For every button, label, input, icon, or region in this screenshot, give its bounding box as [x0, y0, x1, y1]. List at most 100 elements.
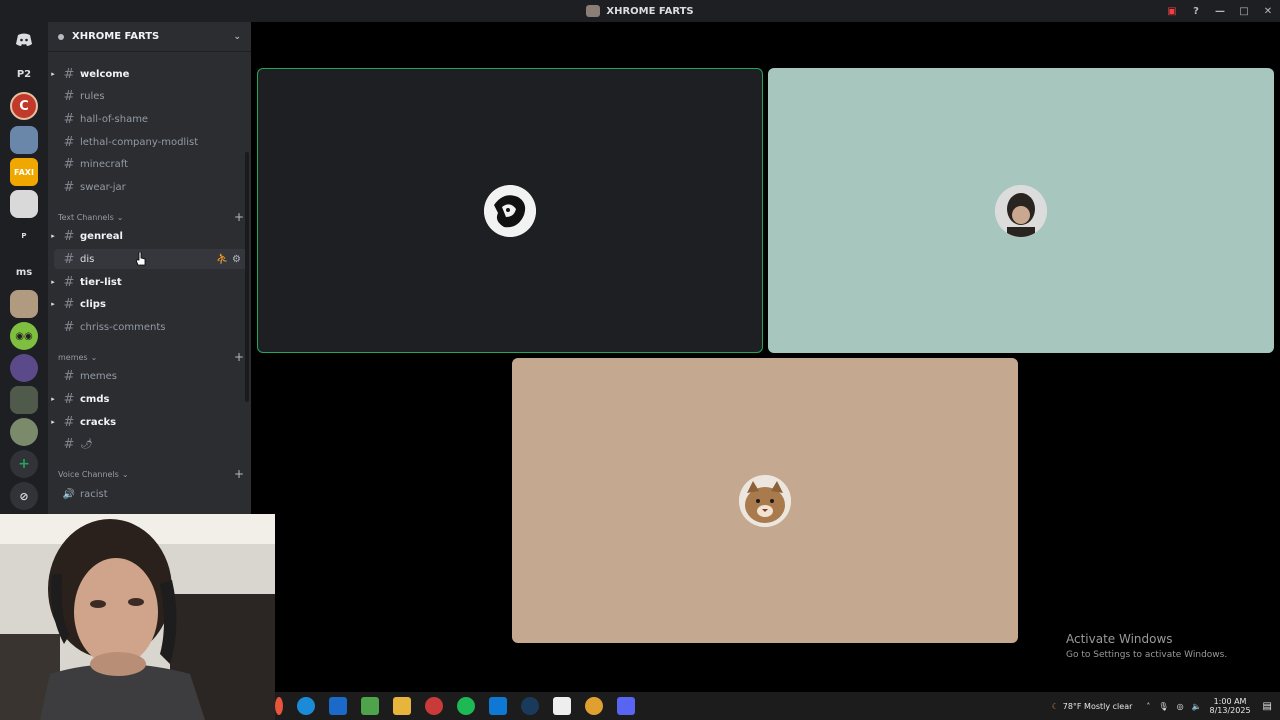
system-tray: ☾ 78°F Mostly clear ˄ 🎙 ◎ 🔈 1:00 AM 8/13… [1052, 692, 1280, 720]
file-explorer-icon[interactable] [393, 697, 411, 715]
steam-icon[interactable] [521, 697, 539, 715]
chevron-down-icon: ⌄ [90, 352, 98, 362]
hash-icon: # [63, 66, 75, 82]
discord-home-icon[interactable] [10, 26, 38, 54]
participant-tile[interactable] [512, 358, 1018, 643]
participant-tile[interactable] [257, 68, 763, 353]
channel-swear-jar[interactable]: # swear-jar [48, 177, 251, 197]
channel-memes[interactable]: # memes [48, 366, 251, 386]
title-bar: XHROME FARTS ▣ ? — □ ✕ [0, 0, 1280, 22]
category-memes[interactable]: memes ⌄ + [58, 349, 244, 365]
channel-welcome[interactable]: ▸ # welcome [48, 64, 251, 84]
voice-channel-racist[interactable]: 🔊 racist [48, 484, 251, 504]
server-status-icon [58, 33, 64, 40]
channel-minecraft[interactable]: # minecraft [48, 154, 251, 174]
server-folder-icon[interactable] [10, 418, 38, 446]
server-red-icon[interactable]: C [10, 92, 38, 120]
avatar-person-icon [995, 184, 1047, 237]
sidebar-scrollbar[interactable] [245, 152, 249, 402]
chrome-icon[interactable] [585, 697, 603, 715]
server-book-icon[interactable] [10, 190, 38, 218]
channel-cmds[interactable]: ▸ # cmds [48, 389, 251, 409]
spotify-icon[interactable] [457, 697, 475, 715]
avatar-monochrome-icon [484, 184, 536, 237]
hash-icon: # [63, 391, 75, 407]
server-plant-icon[interactable] [10, 386, 38, 414]
chevron-down-icon: ⌄ [116, 212, 124, 222]
capcut-icon[interactable] [553, 697, 571, 715]
channel-tier-list[interactable]: ▸ # tier-list [48, 272, 251, 292]
channel-sidebar: XHROME FARTS ⌄ ▸ # welcome # rules # hall-of… [48, 22, 251, 514]
unread-indicator-icon: ▸ [51, 395, 55, 403]
channel-lethal-company-modlist[interactable]: # lethal-company-modlist [48, 132, 251, 152]
server-name: XHROME FARTS [72, 31, 160, 42]
unread-indicator-icon: ▸ [51, 70, 55, 78]
hash-icon: # [63, 414, 75, 430]
network-icon[interactable]: ◎ [1177, 702, 1184, 711]
discord-app-icon[interactable] [617, 697, 635, 715]
channel-cracks[interactable]: ▸ # cracks [48, 412, 251, 432]
chevron-down-icon[interactable]: ⌄ [233, 32, 241, 42]
hash-icon: # [63, 274, 75, 290]
hand-cursor-icon [136, 252, 146, 266]
server-p[interactable]: P [10, 222, 38, 250]
category-voice-channels[interactable]: Voice Channels ⌄ + [58, 466, 244, 482]
channel-hall-of-shame[interactable]: # hall-of-shame [48, 109, 251, 129]
server-sketch-icon[interactable] [10, 290, 38, 318]
avatar-cat-icon [739, 474, 791, 527]
close-icon[interactable]: ✕ [1256, 6, 1280, 17]
speaker-icon: 🔊 [62, 488, 76, 500]
server-anime-icon[interactable] [10, 354, 38, 382]
invite-icon[interactable]: ⛹ [216, 254, 228, 265]
edge-icon[interactable] [297, 697, 315, 715]
chevron-down-icon: ⌄ [121, 469, 129, 479]
server-rail: P2 C FAXI P ms ◉◉ + ⊘ [0, 22, 48, 514]
add-channel-icon[interactable]: + [234, 350, 244, 364]
help-icon[interactable]: ? [1184, 6, 1208, 17]
channel-rules[interactable]: # rules [48, 86, 251, 106]
server-header[interactable]: XHROME FARTS ⌄ [48, 22, 251, 52]
webcam-overlay [0, 514, 275, 720]
channel-dis[interactable]: # dis ⛹ ⚙ [54, 249, 247, 269]
taskbar: ☾ 78°F Mostly clear ˄ 🎙 ◎ 🔈 1:00 AM 8/13… [275, 692, 1280, 720]
inbox-icon[interactable]: ▣ [1160, 6, 1184, 17]
channel-genreal[interactable]: ▸ # genreal [48, 226, 251, 246]
explore-icon[interactable]: ⊘ [10, 482, 38, 510]
volume-icon[interactable]: 🔈 [1192, 702, 1202, 711]
app-icon[interactable] [275, 697, 283, 715]
add-channel-icon[interactable]: + [234, 210, 244, 224]
weather-text[interactable]: 78°F Mostly clear [1063, 702, 1133, 711]
minecraft-icon[interactable] [361, 697, 379, 715]
chevron-up-icon[interactable]: ˄ [1146, 702, 1150, 711]
microphone-icon[interactable]: 🎙 [1158, 702, 1168, 711]
server-alien-icon[interactable]: ◉◉ [10, 322, 38, 350]
unread-indicator-icon: ▸ [51, 300, 55, 308]
notification-icon[interactable]: ▤ [1263, 701, 1272, 712]
server-p2[interactable]: P2 [10, 60, 38, 88]
call-area [251, 22, 1280, 692]
store-icon[interactable] [329, 697, 347, 715]
server-photo-icon[interactable] [10, 126, 38, 154]
hash-icon: # [63, 134, 75, 150]
channel-pepper[interactable]: # 🌶 [48, 434, 251, 454]
channel-chriss-comments[interactable]: # chriss-comments [48, 317, 251, 337]
maximize-icon[interactable]: □ [1232, 6, 1256, 17]
server-icon [586, 5, 601, 17]
hash-icon: # [63, 228, 75, 244]
gear-icon[interactable]: ⚙ [232, 254, 241, 265]
participant-tile[interactable] [768, 68, 1274, 353]
category-text-channels[interactable]: Text Channels ⌄ + [58, 209, 244, 225]
server-faxi[interactable]: FAXI [10, 158, 38, 186]
server-ms[interactable]: ms [10, 258, 38, 286]
unread-indicator-icon: ▸ [51, 418, 55, 426]
minimize-icon[interactable]: — [1208, 6, 1232, 17]
app-icon[interactable] [425, 697, 443, 715]
clock[interactable]: 1:00 AM 8/13/2025 [1210, 697, 1251, 715]
hash-icon: # [63, 296, 75, 312]
add-server-icon[interactable]: + [10, 450, 38, 478]
channel-clips[interactable]: ▸ # clips [48, 294, 251, 314]
hash-icon: # [63, 368, 75, 384]
add-channel-icon[interactable]: + [234, 467, 244, 481]
outlook-icon[interactable] [489, 697, 507, 715]
hash-icon: # [63, 111, 75, 127]
